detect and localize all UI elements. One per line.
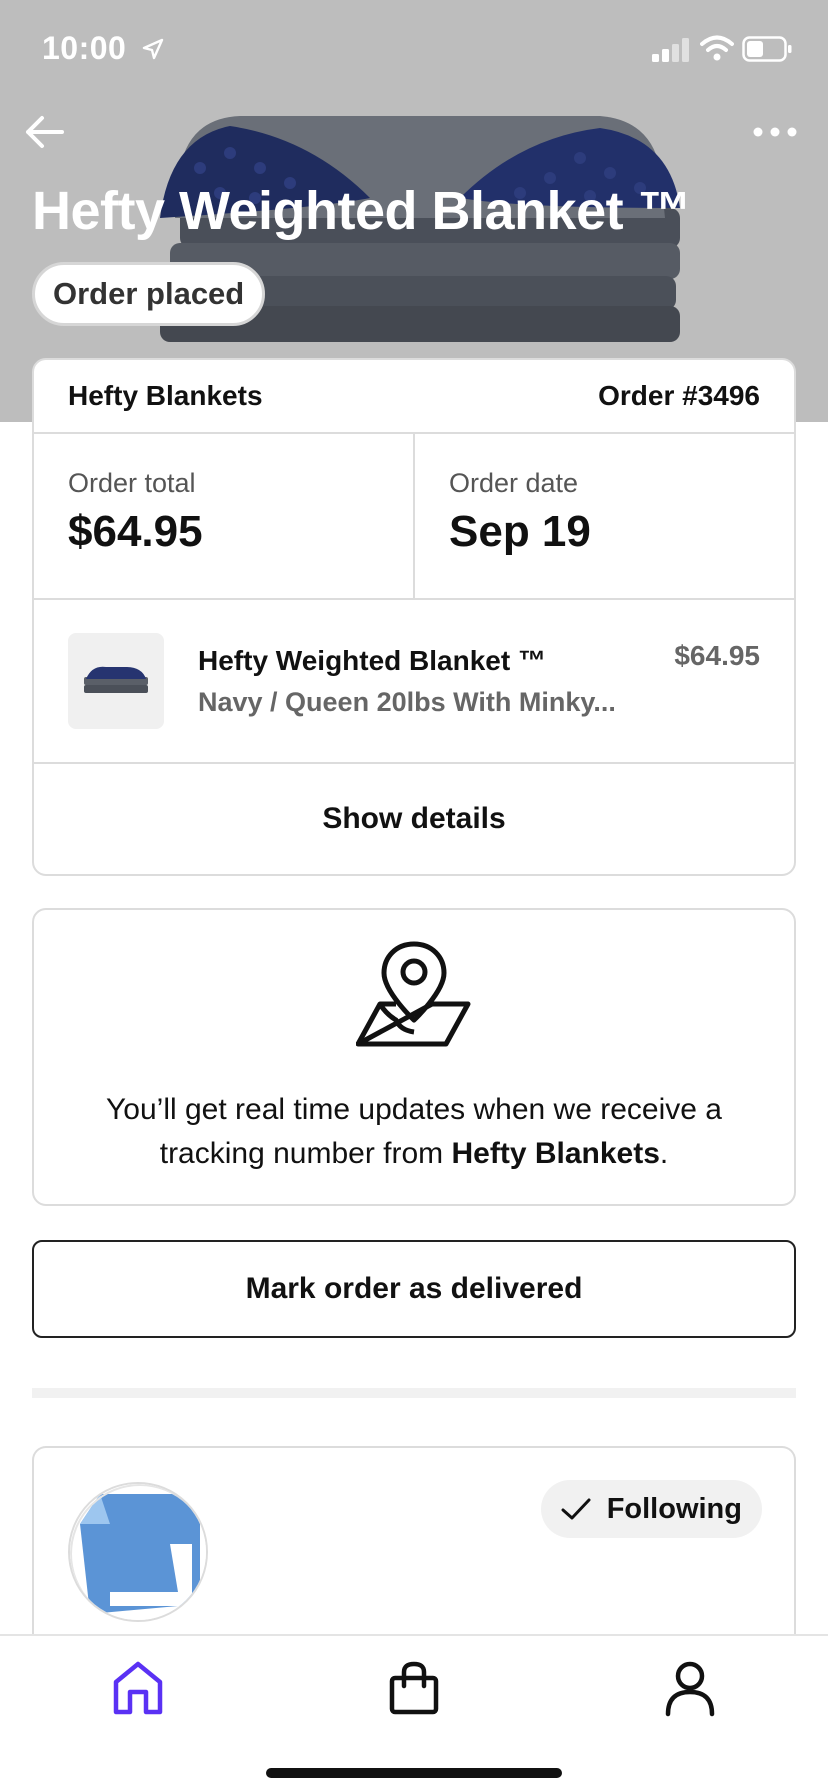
page-title: Hefty Weighted Blanket ™ [32, 181, 692, 241]
order-stats-row: Order total $64.95 Order date Sep 19 [34, 434, 794, 600]
order-total-value: $64.95 [68, 507, 203, 556]
status-bar: 10:00 [0, 0, 828, 100]
section-divider [32, 1388, 796, 1398]
home-indicator [266, 1768, 562, 1778]
tracking-message-suffix: . [659, 1137, 669, 1170]
shop-card: Following [32, 1446, 796, 1666]
profile-icon[interactable] [660, 1658, 720, 1718]
order-card-header: Hefty Blankets Order #3496 [34, 360, 794, 434]
order-date-value: Sep 19 [449, 507, 591, 556]
more-dots-icon[interactable] [752, 114, 798, 150]
status-badge: Order placed [32, 262, 266, 326]
line-item-name: Hefty Weighted Blanket ™ [198, 644, 546, 676]
bottom-nav [0, 1634, 828, 1792]
line-item-text: Hefty Weighted Blanket ™ Navy / Queen 20… [198, 645, 658, 718]
show-details-button[interactable]: Show details [34, 764, 794, 874]
order-number: Order #3496 [598, 380, 760, 411]
shopping-bag-icon[interactable] [384, 1658, 444, 1718]
tracking-info-card: You’ll get real time updates when we rec… [32, 908, 796, 1206]
order-line-item[interactable]: Hefty Weighted Blanket ™ Navy / Queen 20… [34, 600, 794, 764]
back-arrow-icon[interactable] [22, 110, 66, 154]
line-item-price: $64.95 [674, 640, 760, 671]
order-total-cell: Order total $64.95 [34, 434, 413, 598]
shop-logo[interactable] [68, 1482, 208, 1622]
map-pin-icon [356, 941, 471, 1047]
tracking-message-store: Hefty Blankets [451, 1137, 660, 1170]
product-thumbnail [68, 633, 164, 729]
line-item-variant: Navy / Queen 20lbs With Minky... [198, 686, 616, 717]
tracking-message: You’ll get real time updates when we rec… [54, 1088, 774, 1176]
home-icon[interactable] [108, 1658, 168, 1718]
battery-icon [742, 36, 792, 62]
location-arrow-icon [142, 38, 164, 60]
clock: 10:00 [42, 30, 127, 66]
order-date-cell: Order date Sep 19 [413, 434, 794, 598]
order-date-label: Order date [449, 468, 579, 498]
order-summary-card: Hefty Blankets Order #3496 Order total $… [32, 358, 796, 876]
cellular-signal-icon [652, 38, 689, 62]
checkmark-icon [561, 1498, 591, 1520]
wifi-icon [700, 35, 734, 61]
following-button[interactable]: Following [540, 1480, 762, 1538]
following-label: Following [606, 1492, 742, 1525]
order-total-label: Order total [68, 468, 196, 498]
mark-delivered-button[interactable]: Mark order as delivered [32, 1240, 796, 1338]
store-name: Hefty Blankets [68, 380, 263, 411]
